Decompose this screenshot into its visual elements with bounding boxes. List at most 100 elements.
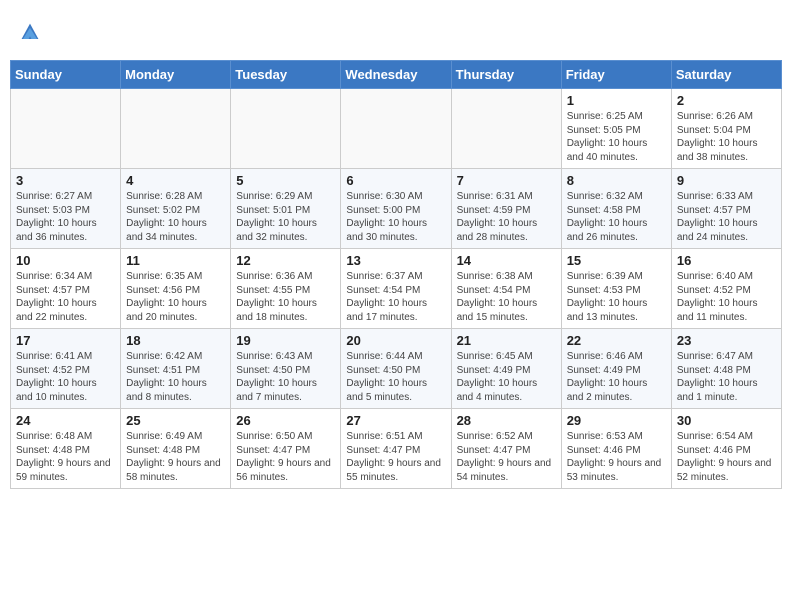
- day-number: 29: [567, 413, 666, 428]
- day-number: 1: [567, 93, 666, 108]
- day-number: 30: [677, 413, 776, 428]
- day-number: 16: [677, 253, 776, 268]
- calendar-cell: 21 Sunrise: 6:45 AM Sunset: 4:49 PM Dayli…: [451, 329, 561, 409]
- day-number: 11: [126, 253, 225, 268]
- day-info: Sunrise: 6:49 AM Sunset: 4:48 PM Dayligh…: [126, 430, 225, 484]
- calendar-cell: 20 Sunrise: 6:44 AM Sunset: 4:50 PM Dayli…: [341, 329, 451, 409]
- day-info: Sunrise: 6:35 AM Sunset: 4:56 PM Dayligh…: [126, 270, 225, 324]
- day-info: Sunrise: 6:41 AM Sunset: 4:52 PM Dayligh…: [16, 350, 115, 404]
- calendar-cell: 18 Sunrise: 6:42 AM Sunset: 4:51 PM Dayli…: [121, 329, 231, 409]
- day-info: Sunrise: 6:26 AM Sunset: 5:04 PM Dayligh…: [677, 110, 776, 164]
- day-info: Sunrise: 6:50 AM Sunset: 4:47 PM Dayligh…: [236, 430, 335, 484]
- day-info: Sunrise: 6:25 AM Sunset: 5:05 PM Dayligh…: [567, 110, 666, 164]
- day-info: Sunrise: 6:44 AM Sunset: 4:50 PM Dayligh…: [346, 350, 445, 404]
- day-info: Sunrise: 6:28 AM Sunset: 5:02 PM Dayligh…: [126, 190, 225, 244]
- weekday-header-monday: Monday: [121, 61, 231, 89]
- day-number: 27: [346, 413, 445, 428]
- calendar-cell: 12 Sunrise: 6:36 AM Sunset: 4:55 PM Dayli…: [231, 249, 341, 329]
- day-number: 6: [346, 173, 445, 188]
- logo-icon: [16, 18, 44, 46]
- logo: [14, 18, 44, 46]
- calendar-cell: 2 Sunrise: 6:26 AM Sunset: 5:04 PM Daylig…: [671, 89, 781, 169]
- day-number: 9: [677, 173, 776, 188]
- day-number: 3: [16, 173, 115, 188]
- calendar-week-2: 3 Sunrise: 6:27 AM Sunset: 5:03 PM Daylig…: [11, 169, 782, 249]
- weekday-header-saturday: Saturday: [671, 61, 781, 89]
- calendar-cell: 11 Sunrise: 6:35 AM Sunset: 4:56 PM Dayli…: [121, 249, 231, 329]
- calendar-cell: 23Sunrise: 6:47 AM Sunset: 4:48 PM Dayli…: [671, 329, 781, 409]
- day-info: Sunrise: 6:46 AM Sunset: 4:49 PM Dayligh…: [567, 350, 666, 404]
- day-number: 21: [457, 333, 556, 348]
- day-info: Sunrise: 6:34 AM Sunset: 4:57 PM Dayligh…: [16, 270, 115, 324]
- day-number: 25: [126, 413, 225, 428]
- calendar-week-3: 10 Sunrise: 6:34 AM Sunset: 4:57 PM Dayli…: [11, 249, 782, 329]
- day-info: Sunrise: 6:39 AM Sunset: 4:53 PM Dayligh…: [567, 270, 666, 324]
- calendar-cell: 15 Sunrise: 6:39 AM Sunset: 4:53 PM Dayli…: [561, 249, 671, 329]
- day-number: 26: [236, 413, 335, 428]
- day-info: Sunrise: 6:52 AM Sunset: 4:47 PM Dayligh…: [457, 430, 556, 484]
- day-info: Sunrise: 6:33 AM Sunset: 4:57 PM Dayligh…: [677, 190, 776, 244]
- day-number: 8: [567, 173, 666, 188]
- weekday-header-thursday: Thursday: [451, 61, 561, 89]
- calendar-cell: 3 Sunrise: 6:27 AM Sunset: 5:03 PM Daylig…: [11, 169, 121, 249]
- calendar-cell: 22 Sunrise: 6:46 AM Sunset: 4:49 PM Dayli…: [561, 329, 671, 409]
- calendar-cell: 10 Sunrise: 6:34 AM Sunset: 4:57 PM Dayli…: [11, 249, 121, 329]
- day-number: 5: [236, 173, 335, 188]
- day-info: Sunrise: 6:51 AM Sunset: 4:47 PM Dayligh…: [346, 430, 445, 484]
- day-info: Sunrise: 6:54 AM Sunset: 4:46 PM Dayligh…: [677, 430, 776, 484]
- calendar-cell: 5 Sunrise: 6:29 AM Sunset: 5:01 PM Daylig…: [231, 169, 341, 249]
- day-number: 12: [236, 253, 335, 268]
- calendar-cell: 17Sunrise: 6:41 AM Sunset: 4:52 PM Dayli…: [11, 329, 121, 409]
- weekday-header-sunday: Sunday: [11, 61, 121, 89]
- calendar-cell: 25 Sunrise: 6:49 AM Sunset: 4:48 PM Dayli…: [121, 409, 231, 489]
- calendar-week-5: 24Sunrise: 6:48 AM Sunset: 4:48 PM Dayli…: [11, 409, 782, 489]
- weekday-header-wednesday: Wednesday: [341, 61, 451, 89]
- day-number: 28: [457, 413, 556, 428]
- calendar-cell: [11, 89, 121, 169]
- day-number: 10: [16, 253, 115, 268]
- day-number: 14: [457, 253, 556, 268]
- page-header: [10, 10, 782, 54]
- calendar-week-1: 1 Sunrise: 6:25 AM Sunset: 5:05 PM Daylig…: [11, 89, 782, 169]
- calendar-cell: 8 Sunrise: 6:32 AM Sunset: 4:58 PM Daylig…: [561, 169, 671, 249]
- weekday-header-row: SundayMondayTuesdayWednesdayThursdayFrid…: [11, 61, 782, 89]
- weekday-header-friday: Friday: [561, 61, 671, 89]
- day-info: Sunrise: 6:48 AM Sunset: 4:48 PM Dayligh…: [16, 430, 115, 484]
- calendar-cell: 24Sunrise: 6:48 AM Sunset: 4:48 PM Dayli…: [11, 409, 121, 489]
- day-number: 19: [236, 333, 335, 348]
- calendar-cell: [451, 89, 561, 169]
- day-info: Sunrise: 6:45 AM Sunset: 4:49 PM Dayligh…: [457, 350, 556, 404]
- day-info: Sunrise: 6:40 AM Sunset: 4:52 PM Dayligh…: [677, 270, 776, 324]
- calendar-cell: 27 Sunrise: 6:51 AM Sunset: 4:47 PM Dayli…: [341, 409, 451, 489]
- day-number: 18: [126, 333, 225, 348]
- calendar-cell: 13Sunrise: 6:37 AM Sunset: 4:54 PM Dayli…: [341, 249, 451, 329]
- calendar-cell: 6 Sunrise: 6:30 AM Sunset: 5:00 PM Daylig…: [341, 169, 451, 249]
- day-number: 4: [126, 173, 225, 188]
- day-number: 23: [677, 333, 776, 348]
- calendar-cell: 16 Sunrise: 6:40 AM Sunset: 4:52 PM Dayli…: [671, 249, 781, 329]
- calendar-cell: [341, 89, 451, 169]
- day-info: Sunrise: 6:42 AM Sunset: 4:51 PM Dayligh…: [126, 350, 225, 404]
- calendar-cell: [121, 89, 231, 169]
- day-number: 22: [567, 333, 666, 348]
- day-info: Sunrise: 6:29 AM Sunset: 5:01 PM Dayligh…: [236, 190, 335, 244]
- day-info: Sunrise: 6:30 AM Sunset: 5:00 PM Dayligh…: [346, 190, 445, 244]
- day-number: 15: [567, 253, 666, 268]
- day-number: 2: [677, 93, 776, 108]
- day-number: 20: [346, 333, 445, 348]
- weekday-header-tuesday: Tuesday: [231, 61, 341, 89]
- day-info: Sunrise: 6:36 AM Sunset: 4:55 PM Dayligh…: [236, 270, 335, 324]
- calendar-cell: [231, 89, 341, 169]
- calendar-cell: 9 Sunrise: 6:33 AM Sunset: 4:57 PM Daylig…: [671, 169, 781, 249]
- day-info: Sunrise: 6:32 AM Sunset: 4:58 PM Dayligh…: [567, 190, 666, 244]
- calendar-cell: 30 Sunrise: 6:54 AM Sunset: 4:46 PM Dayli…: [671, 409, 781, 489]
- day-info: Sunrise: 6:27 AM Sunset: 5:03 PM Dayligh…: [16, 190, 115, 244]
- day-info: Sunrise: 6:38 AM Sunset: 4:54 PM Dayligh…: [457, 270, 556, 324]
- calendar-cell: 14 Sunrise: 6:38 AM Sunset: 4:54 PM Dayli…: [451, 249, 561, 329]
- day-info: Sunrise: 6:53 AM Sunset: 4:46 PM Dayligh…: [567, 430, 666, 484]
- calendar-cell: 19Sunrise: 6:43 AM Sunset: 4:50 PM Dayli…: [231, 329, 341, 409]
- calendar-cell: 1 Sunrise: 6:25 AM Sunset: 5:05 PM Daylig…: [561, 89, 671, 169]
- day-info: Sunrise: 6:37 AM Sunset: 4:54 PM Dayligh…: [346, 270, 445, 324]
- calendar-cell: 26 Sunrise: 6:50 AM Sunset: 4:47 PM Dayli…: [231, 409, 341, 489]
- calendar-cell: 29 Sunrise: 6:53 AM Sunset: 4:46 PM Dayli…: [561, 409, 671, 489]
